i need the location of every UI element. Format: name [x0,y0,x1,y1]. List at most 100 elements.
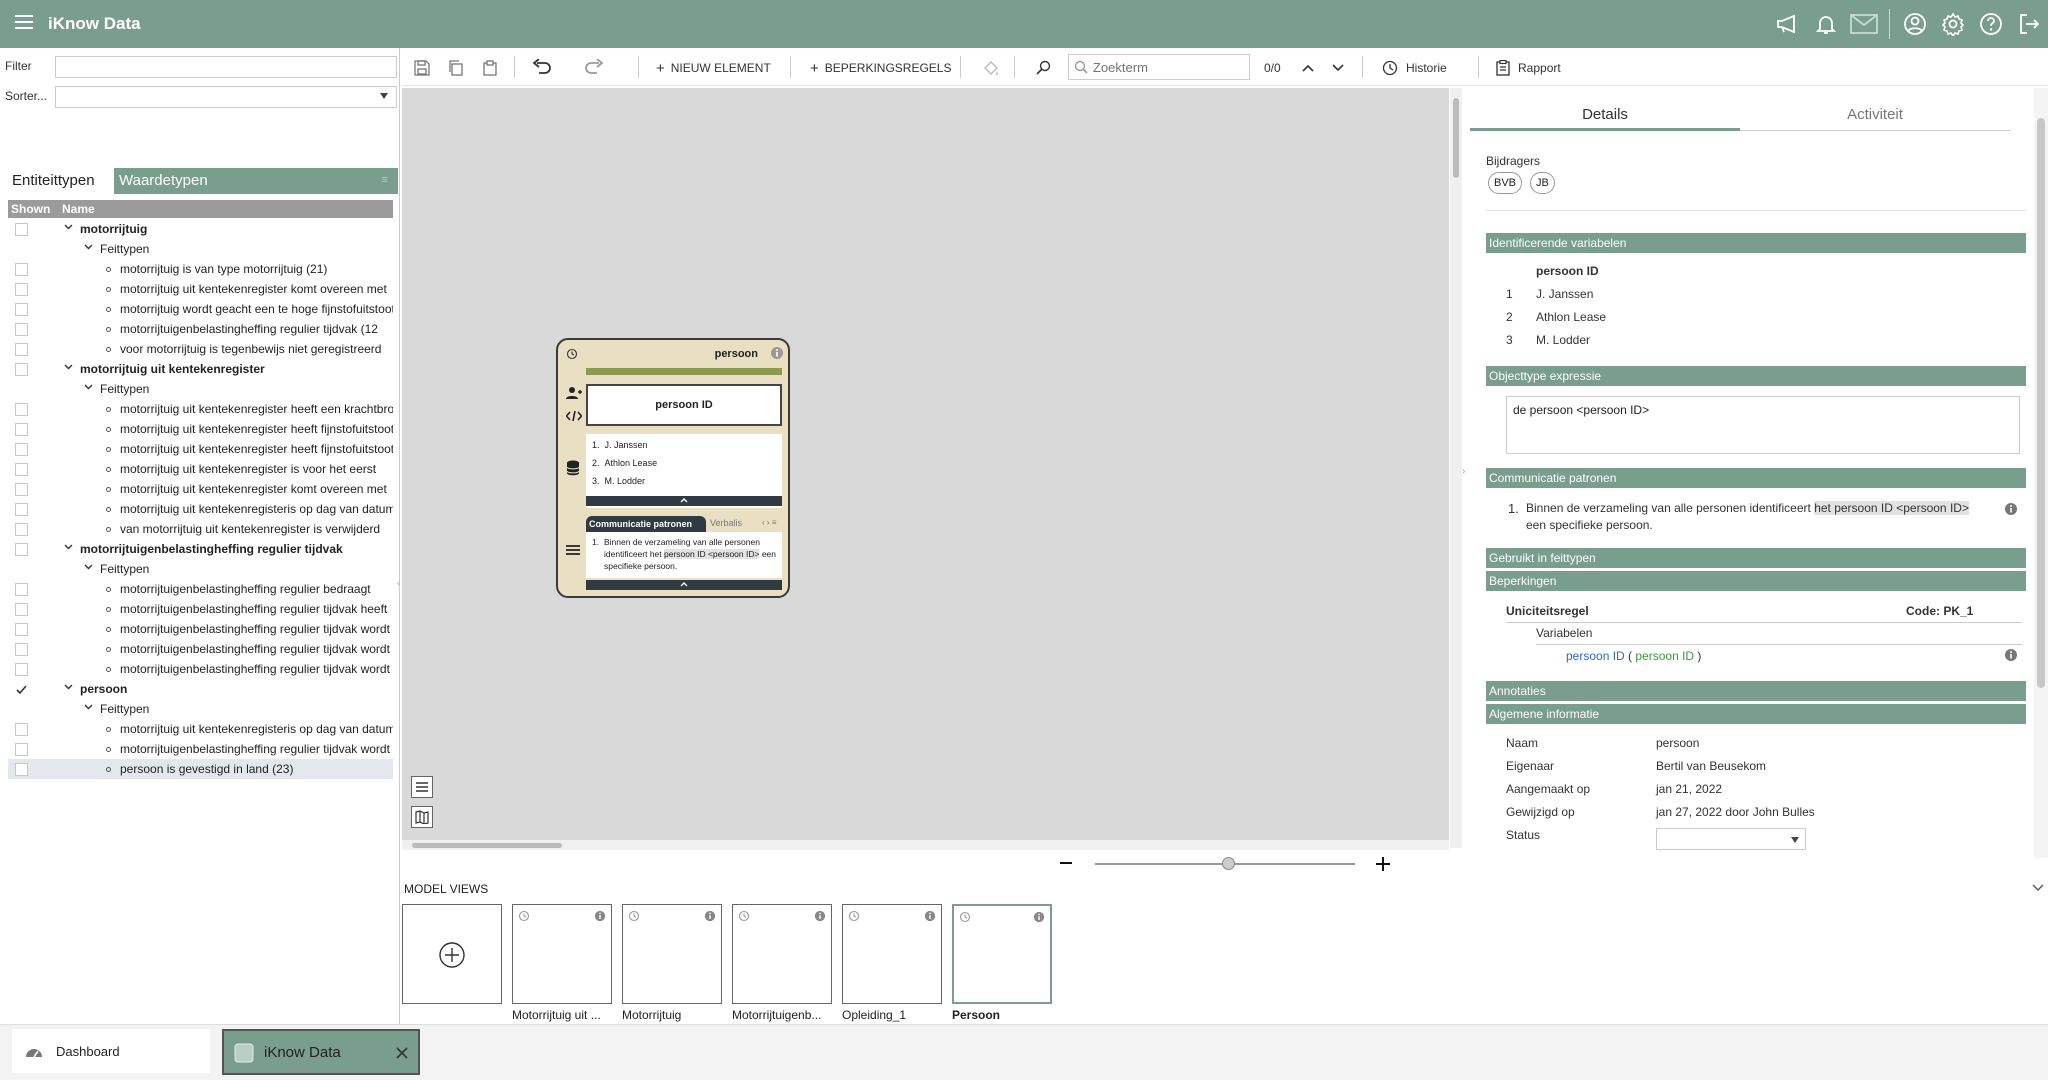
shown-checkbox[interactable] [15,583,28,596]
tree-fact-row[interactable]: motorrijtuigenbelastingheffing regulier … [8,599,393,619]
shown-checkbox[interactable] [15,223,28,236]
chevron-down-icon[interactable] [64,364,73,370]
chevron-down-icon[interactable] [64,684,73,690]
shown-checkbox[interactable] [15,483,28,496]
chevron-down-icon[interactable] [84,244,93,250]
expression-field[interactable]: de persoon <persoon ID> [1506,396,2020,454]
variable-name[interactable]: persoon ID [1566,649,1625,663]
info-icon[interactable] [770,346,784,360]
shown-checkbox[interactable] [15,443,28,456]
status-select[interactable] [1656,828,1806,850]
history-button[interactable]: Historie [1382,58,1447,78]
tree-fact-row[interactable]: motorrijtuigenbelastingheffing regulier … [8,659,393,679]
previous-result-icon[interactable] [1302,58,1314,78]
model-view-name[interactable]: Motorrijtuig uit ... [512,1008,612,1022]
shown-checkbox[interactable] [15,343,28,356]
zoom-slider-thumb[interactable] [1222,857,1235,870]
tab-entiteittypen[interactable]: Entiteittypen [8,168,114,194]
section-general-information[interactable]: Algemene informatie [1486,704,2026,724]
shown-checkbox[interactable] [15,603,28,616]
details-scrollbar[interactable] [2034,88,2048,858]
shown-checkbox[interactable] [15,523,28,536]
tree-fact-row[interactable]: voor motorrijtuig is tegenbewijs niet ge… [8,339,393,359]
tree-fact-row[interactable]: motorrijtuig uit kentekenregister heeft … [8,439,393,459]
shown-checkbox[interactable] [15,463,28,476]
contributor-avatar[interactable]: BVB [1488,172,1523,194]
tree-group-row[interactable]: Feittypen [8,699,393,719]
undo-icon[interactable] [532,58,552,78]
panel-resize-handle[interactable]: ‹ [397,578,400,589]
help-icon[interactable] [1972,0,2010,48]
tab-options-icon[interactable]: ≡ [382,174,388,186]
logout-icon[interactable] [2010,0,2048,48]
info-icon[interactable] [704,910,716,922]
collapse-bar[interactable] [586,580,782,590]
tree-fact-row[interactable]: motorrijtuig uit kentekenregister is voo… [8,459,393,479]
constraints-button[interactable]: + BEPERKINGSREGELS [810,58,951,78]
tree-fact-row[interactable]: motorrijtuig is van type motorrijtuig (2… [8,259,393,279]
scroll-thumb[interactable] [2037,118,2045,688]
tree-group-row[interactable]: Feittypen [8,379,393,399]
zoom-in-icon[interactable] [1376,857,1390,871]
tab-verbalisatie[interactable]: Verbalis [710,518,742,528]
tree-fact-row[interactable]: motorrijtuigenbelastingheffing regulier … [8,739,393,759]
canvas-vertical-scrollbar[interactable] [1450,88,1462,848]
list-view-icon[interactable] [411,776,433,798]
filter-input[interactable] [55,56,397,78]
user-icon[interactable] [1896,0,1934,48]
model-view-thumbnail[interactable] [512,904,612,1004]
info-icon[interactable] [814,910,826,922]
section-identifying-variables[interactable]: Identificerende variabelen [1486,233,2026,253]
tree-group-row[interactable]: Feittypen [8,559,393,579]
gear-icon[interactable] [1934,0,1972,48]
close-icon[interactable] [396,1047,408,1059]
save-icon[interactable] [414,58,430,78]
shown-checkbox[interactable] [15,283,28,296]
map-view-icon[interactable] [411,806,433,828]
report-button[interactable]: Rapport [1496,58,1561,78]
info-icon[interactable] [594,910,606,922]
shown-checkbox[interactable] [15,423,28,436]
tree-fact-row[interactable]: motorrijtuigenbelastingheffing regulier … [8,319,393,339]
model-view-name[interactable]: Motorrijtuig [622,1008,722,1022]
chevron-down-icon[interactable] [84,564,93,570]
model-view-thumbnail[interactable] [842,904,942,1004]
tree-fact-row[interactable]: van motorrijtuig uit kentekenregister is… [8,519,393,539]
model-view-thumbnail[interactable] [952,904,1052,1004]
model-view-thumbnail[interactable] [622,904,722,1004]
tree-entity-row[interactable]: motorrijtuig [8,219,393,239]
shown-checkbox[interactable] [15,303,28,316]
mail-icon[interactable] [1845,0,1883,48]
tree-fact-row[interactable]: motorrijtuig uit kentekenregister komt o… [8,279,393,299]
info-icon[interactable] [1033,911,1045,923]
dashboard-tab[interactable]: Dashboard [12,1029,210,1073]
paint-bucket-icon[interactable] [982,58,1000,78]
history-icon[interactable] [628,910,640,922]
menu-icon[interactable] [14,12,34,32]
section-communication-patterns[interactable]: Communicatie patronen [1486,468,2026,488]
scroll-thumb[interactable] [1453,98,1459,178]
tree-entity-row[interactable]: motorrijtuig uit kentekenregister [8,359,393,379]
model-view-name[interactable]: Persoon [952,1008,1052,1022]
history-icon[interactable] [566,348,578,360]
redo-icon[interactable] [584,58,604,78]
tree-group-row[interactable]: Feittypen [8,239,393,259]
chevron-down-icon[interactable] [2032,884,2044,892]
tab-details[interactable]: Details [1470,106,1740,123]
checkmark-icon[interactable] [15,683,28,696]
section-used-in-fact-types[interactable]: Gebruikt in feittypen [1486,548,2026,568]
scroll-thumb[interactable] [412,843,562,848]
shown-checkbox[interactable] [15,663,28,676]
tree-fact-row[interactable]: motorrijtuig uit kentekenregister heeft … [8,399,393,419]
zoom-out-icon[interactable] [1060,862,1072,864]
history-icon[interactable] [848,910,860,922]
shown-checkbox[interactable] [15,503,28,516]
bell-icon[interactable] [1807,0,1845,48]
shown-checkbox[interactable] [15,543,28,556]
shown-checkbox[interactable] [15,363,28,376]
shown-checkbox[interactable] [15,323,28,336]
tree-fact-row[interactable]: motorrijtuig uit kentekenregister heeft … [8,419,393,439]
new-element-button[interactable]: + NIEUW ELEMENT [656,58,771,78]
shown-checkbox[interactable] [15,643,28,656]
megaphone-icon[interactable] [1769,0,1807,48]
